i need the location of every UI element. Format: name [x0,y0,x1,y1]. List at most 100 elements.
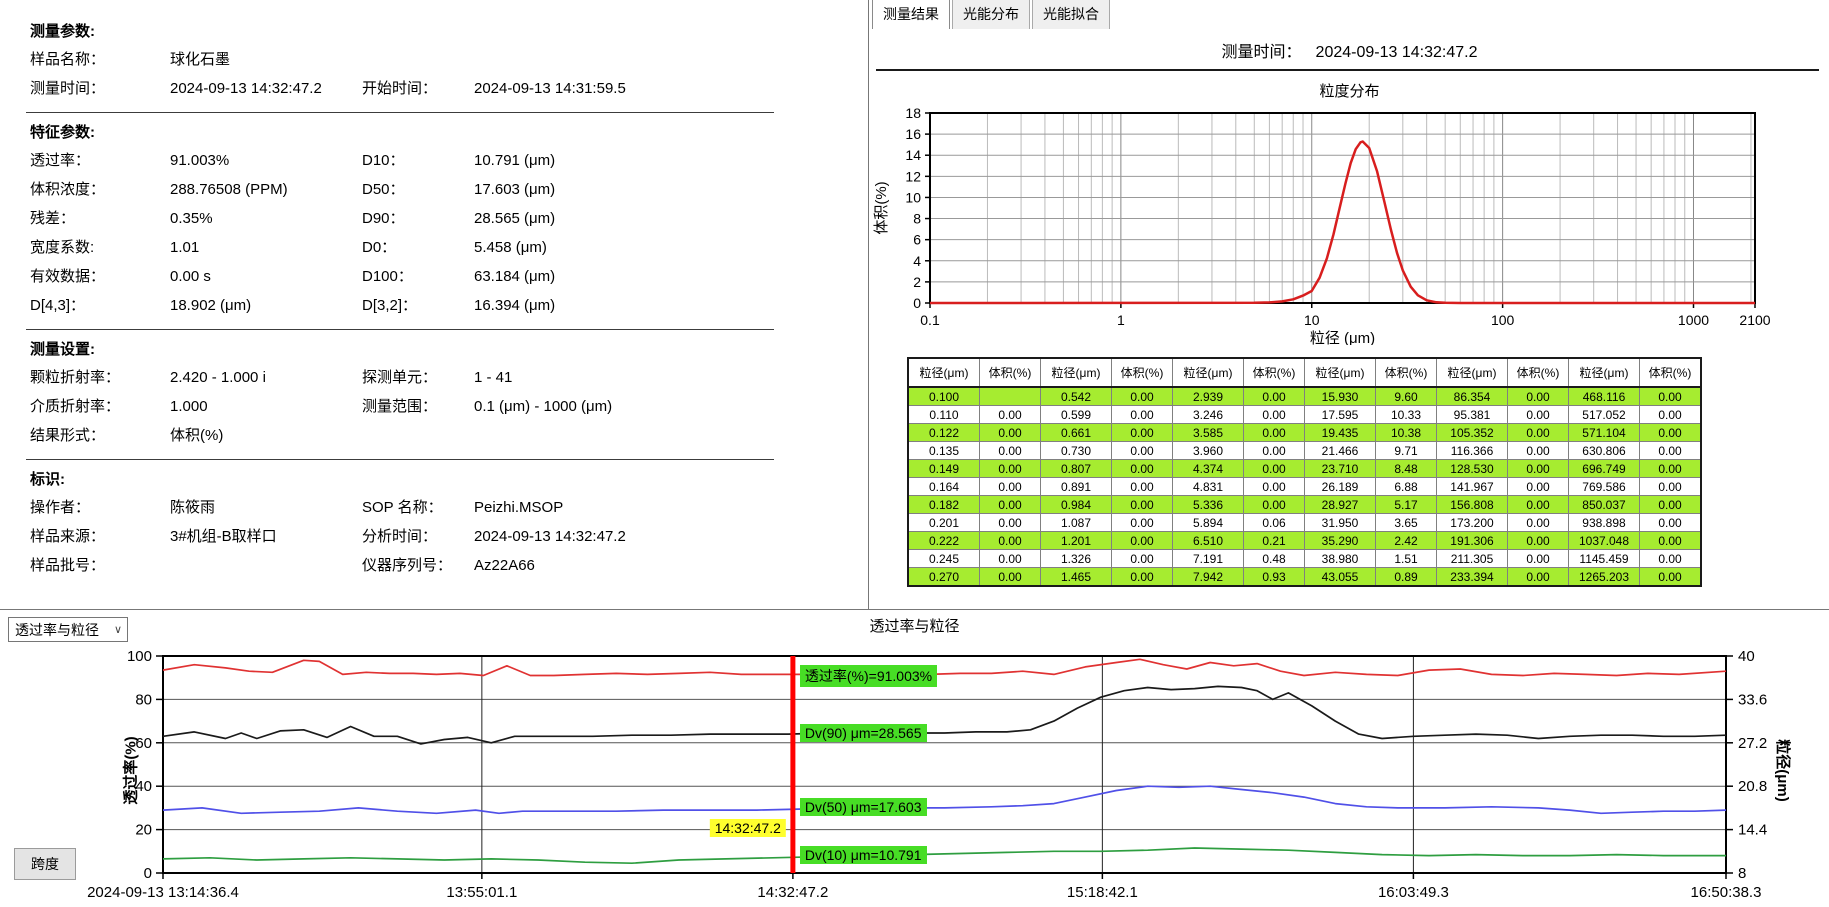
table-cell[interactable]: 0.245 [908,550,980,568]
table-cell[interactable]: 1.201 [1041,532,1112,550]
table-cell[interactable]: 3.960 [1173,442,1244,460]
table-cell[interactable]: 10.38 [1376,424,1437,442]
table-cell[interactable]: 0.00 [1112,532,1173,550]
table-cell[interactable]: 0.00 [1244,406,1305,424]
table-cell[interactable]: 211.305 [1437,550,1508,568]
table-cell[interactable]: 571.104 [1569,424,1640,442]
table-cell[interactable]: 2.939 [1173,387,1244,406]
table-cell[interactable]: 105.352 [1437,424,1508,442]
table-cell[interactable]: 0.270 [908,568,980,587]
table-cell[interactable]: 1145.459 [1569,550,1640,568]
table-cell[interactable]: 0.00 [1112,424,1173,442]
table-cell[interactable]: 0.00 [1112,550,1173,568]
table-cell[interactable]: 0.00 [1508,514,1569,532]
table-cell[interactable]: 0.00 [1112,496,1173,514]
table-cell[interactable]: 0.164 [908,478,980,496]
table-cell[interactable]: 0.201 [908,514,980,532]
table-cell[interactable]: 0.00 [1244,496,1305,514]
table-cell[interactable]: 938.898 [1569,514,1640,532]
table-cell[interactable]: 233.394 [1437,568,1508,587]
table-cell[interactable]: 0.730 [1041,442,1112,460]
table-cell[interactable]: 0.599 [1041,406,1112,424]
table-cell[interactable]: 23.710 [1305,460,1376,478]
table-cell[interactable]: 9.60 [1376,387,1437,406]
table-cell[interactable]: 0.807 [1041,460,1112,478]
table-cell[interactable]: 696.749 [1569,460,1640,478]
table-cell[interactable]: 3.246 [1173,406,1244,424]
table-cell[interactable]: 0.00 [980,532,1041,550]
table-cell[interactable]: 9.71 [1376,442,1437,460]
table-cell[interactable]: 0.00 [980,496,1041,514]
table-cell[interactable]: 0.00 [1112,460,1173,478]
table-cell[interactable]: 1.326 [1041,550,1112,568]
table-cell[interactable]: 0.122 [908,424,980,442]
table-cell[interactable]: 0.21 [1244,532,1305,550]
table-cell[interactable]: 0.00 [1508,442,1569,460]
table-cell[interactable]: 3.585 [1173,424,1244,442]
table-cell[interactable]: 6.88 [1376,478,1437,496]
table-cell[interactable]: 7.191 [1173,550,1244,568]
table-cell[interactable]: 0.00 [980,460,1041,478]
table-cell[interactable]: 0.00 [1244,460,1305,478]
table-cell[interactable]: 128.530 [1437,460,1508,478]
table-cell[interactable]: 0.00 [1112,478,1173,496]
table-cell[interactable]: 0.00 [1640,387,1702,406]
table-cell[interactable]: 0.00 [1508,532,1569,550]
trend-type-select[interactable]: 透过率与粒径 ∨ [8,617,128,642]
tab-light-fitting[interactable]: 光能拟合 [1032,0,1110,29]
table-cell[interactable]: 8.48 [1376,460,1437,478]
table-cell[interactable]: 0.00 [1112,406,1173,424]
table-cell[interactable]: 0.00 [1112,442,1173,460]
tab-light-distribution[interactable]: 光能分布 [952,0,1030,29]
table-cell[interactable]: 35.290 [1305,532,1376,550]
table-cell[interactable]: 7.942 [1173,568,1244,587]
table-cell[interactable]: 0.00 [980,424,1041,442]
table-cell[interactable]: 21.466 [1305,442,1376,460]
table-cell[interactable]: 1265.203 [1569,568,1640,587]
table-cell[interactable]: 86.354 [1437,387,1508,406]
table-cell[interactable]: 0.00 [1640,514,1702,532]
table-cell[interactable]: 141.967 [1437,478,1508,496]
table-cell[interactable]: 0.00 [980,568,1041,587]
table-cell[interactable]: 0.135 [908,442,980,460]
table-cell[interactable]: 116.366 [1437,442,1508,460]
table-cell[interactable]: 769.586 [1569,478,1640,496]
table-cell[interactable]: 28.927 [1305,496,1376,514]
table-cell[interactable]: 0.93 [1244,568,1305,587]
table-cell[interactable]: 0.00 [1508,424,1569,442]
table-cell[interactable]: 0.00 [1640,568,1702,587]
table-cell[interactable]: 0.89 [1376,568,1437,587]
table-cell[interactable]: 0.00 [1640,532,1702,550]
table-cell[interactable]: 1.087 [1041,514,1112,532]
table-cell[interactable]: 1.465 [1041,568,1112,587]
table-cell[interactable]: 0.110 [908,406,980,424]
table-cell[interactable]: 468.116 [1569,387,1640,406]
table-cell[interactable]: 19.435 [1305,424,1376,442]
table-cell[interactable]: 0.182 [908,496,980,514]
table-cell[interactable]: 0.00 [980,478,1041,496]
table-cell[interactable]: 5.894 [1173,514,1244,532]
table-cell[interactable]: 0.00 [1508,387,1569,406]
table-cell[interactable]: 0.00 [980,550,1041,568]
table-cell[interactable]: 0.00 [1244,424,1305,442]
table-cell[interactable]: 0.00 [1508,478,1569,496]
table-cell[interactable]: 0.00 [1640,478,1702,496]
table-cell[interactable]: 0.00 [1508,460,1569,478]
table-cell[interactable]: 15.930 [1305,387,1376,406]
table-cell[interactable]: 0.00 [980,442,1041,460]
table-cell[interactable]: 10.33 [1376,406,1437,424]
table-cell[interactable]: 173.200 [1437,514,1508,532]
table-cell[interactable]: 0.00 [1244,387,1305,406]
table-cell[interactable]: 26.189 [1305,478,1376,496]
table-cell[interactable]: 0.542 [1041,387,1112,406]
table-cell[interactable]: 0.00 [980,514,1041,532]
table-cell[interactable]: 5.336 [1173,496,1244,514]
table-cell[interactable]: 0.149 [908,460,980,478]
table-cell[interactable]: 0.00 [1112,568,1173,587]
table-cell[interactable]: 0.984 [1041,496,1112,514]
table-cell[interactable]: 0.00 [1508,550,1569,568]
table-cell[interactable]: 0.00 [1508,406,1569,424]
table-cell[interactable]: 0.00 [980,406,1041,424]
table-cell[interactable]: 0.222 [908,532,980,550]
table-cell[interactable]: 0.00 [1640,424,1702,442]
